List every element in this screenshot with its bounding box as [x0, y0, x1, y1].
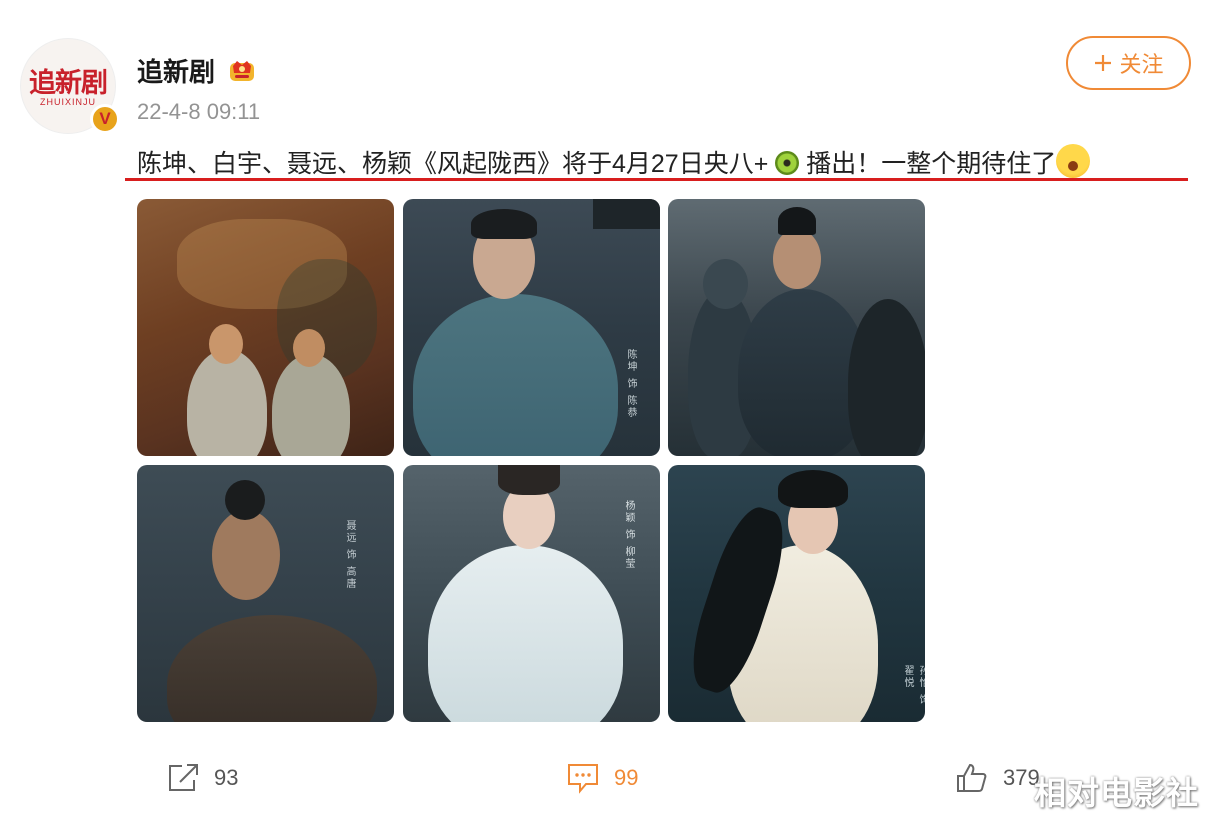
comment-icon	[568, 764, 598, 794]
share-icon	[169, 764, 198, 791]
photo-4[interactable]: 聂远 饰 高唐	[137, 465, 394, 722]
follow-button[interactable]: 关注	[1066, 36, 1191, 90]
like-action[interactable]: 379	[955, 760, 1040, 796]
plus-icon	[1095, 55, 1112, 71]
author-name[interactable]: 追新剧	[137, 52, 215, 89]
post-text: 陈坤、白宇、聂远、杨颖《风起陇西》将于4月27日央八+ 播出！一整个期待住了	[137, 144, 1091, 180]
crown-icon	[230, 61, 254, 81]
photo-6[interactable]: 孙怡 饰 翟悦	[668, 465, 925, 722]
thumbs-up-icon	[957, 763, 987, 792]
photo-4-caption: 聂远 饰 高唐	[344, 520, 355, 591]
post-timestamp[interactable]: 22-4-8 09:11	[137, 99, 260, 125]
photo-2[interactable]: 陈坤 饰 陈恭	[403, 199, 660, 456]
photo-5-caption: 杨颖 饰 柳莹	[623, 500, 634, 571]
comment-action[interactable]: 99	[566, 760, 638, 796]
kiwi-icon	[775, 151, 800, 175]
share-count: 93	[214, 765, 239, 790]
post-text-end: 播出！一整个期待住了	[806, 150, 1057, 178]
photo-2-caption: 陈坤 饰 陈恭	[625, 349, 636, 420]
comment-count: 99	[614, 765, 639, 790]
watermark: 相对电影社	[1034, 775, 1200, 811]
avatar-logo-text: 追新剧	[29, 68, 108, 99]
follow-button-label: 关注	[1119, 52, 1164, 77]
red-underline	[125, 178, 1188, 181]
photo-6-caption: 孙怡 饰 翟悦	[902, 665, 925, 707]
photo-5[interactable]: 杨颖 饰 柳莹	[403, 465, 660, 722]
photo-1[interactable]	[137, 199, 394, 456]
verified-badge-icon: V	[90, 104, 120, 134]
post-text-main: 陈坤、白宇、聂远、杨颖《风起陇西》将于4月27日央八+	[137, 150, 769, 178]
share-action[interactable]: 93	[166, 760, 238, 796]
photo-3[interactable]	[668, 199, 925, 456]
crying-face-emoji	[1056, 144, 1091, 178]
